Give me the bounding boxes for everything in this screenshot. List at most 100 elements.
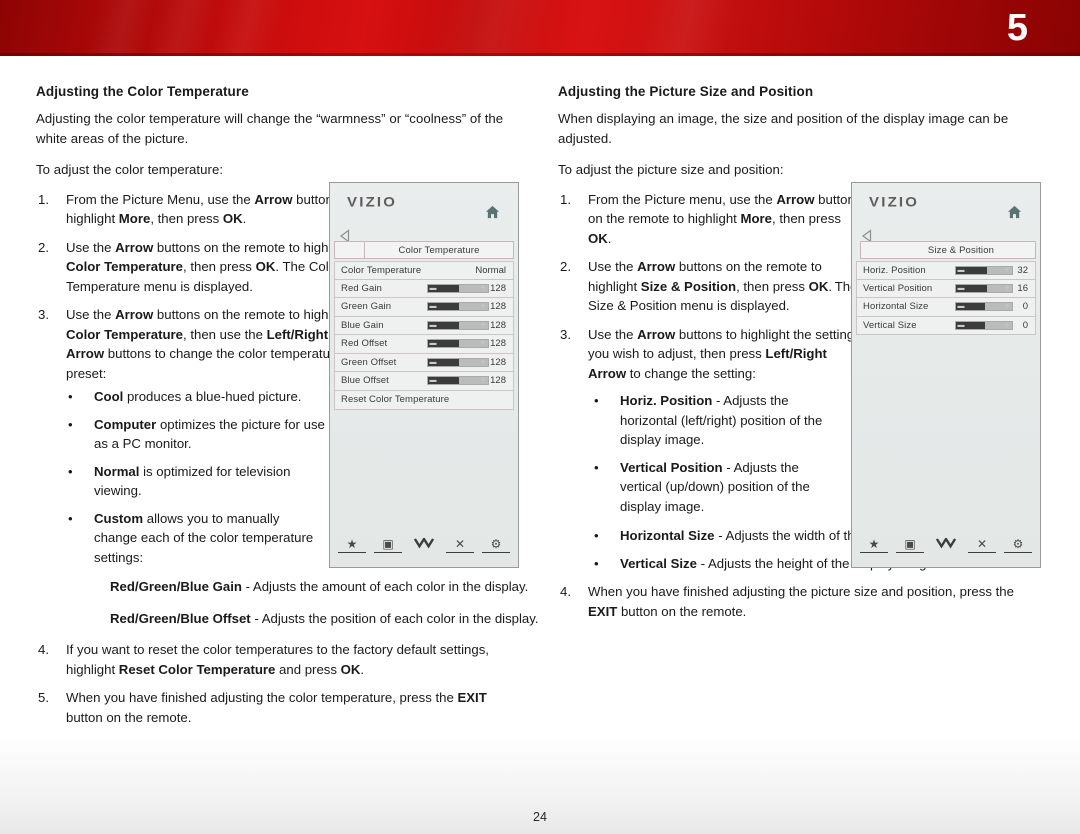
minus-icon[interactable]: ▬ xyxy=(428,285,438,292)
osd-row-value: 128 xyxy=(490,375,506,387)
osd-row-reset-color-temperature[interactable]: Reset Color Temperature xyxy=(334,390,514,410)
step-text: From the Picture Menu, use the Arrow but… xyxy=(66,191,355,227)
preset-text: Normal is optimized for television viewi… xyxy=(94,463,291,499)
osd-rows-size-position: Horiz. Position ▬ ＋ 32 Vertical Position… xyxy=(856,261,1036,335)
osd-row[interactable]: Green Offset ▬ ＋ 128 xyxy=(334,353,514,372)
step-item: 5. When you have finished adjusting the … xyxy=(36,688,536,727)
minus-icon[interactable]: ▬ xyxy=(956,267,966,274)
minus-icon[interactable]: ▬ xyxy=(428,340,438,347)
bullet-glyph: • xyxy=(68,510,73,526)
osd-row[interactable]: Red Offset ▬ ＋ 128 xyxy=(334,335,514,354)
osd-row-value: 128 xyxy=(490,319,506,331)
chapter-number: 5 xyxy=(1006,7,1028,49)
osd-row-label: Blue Gain xyxy=(341,319,384,331)
osd-row[interactable]: Vertical Position ▬ ＋ 16 xyxy=(856,279,1036,298)
osd-row-value: 32 xyxy=(1017,264,1028,276)
osd-slider[interactable]: ▬ ＋ xyxy=(955,283,1013,293)
plus-icon[interactable]: ＋ xyxy=(1002,322,1012,329)
step-number: 5. xyxy=(38,690,49,705)
gear-icon[interactable]: ⚙ xyxy=(1004,537,1032,553)
close-x-icon[interactable]: ✕ xyxy=(968,537,996,553)
minus-icon[interactable]: ▬ xyxy=(428,377,438,384)
step-text: Use the Arrow buttons on the remote to h… xyxy=(66,307,353,381)
minus-icon[interactable]: ▬ xyxy=(956,303,966,310)
osd-slider[interactable]: ▬ ＋ xyxy=(427,320,489,330)
osd-row[interactable]: Vertical Size ▬ ＋ 0 xyxy=(856,316,1036,335)
vizio-logo: VIZIO xyxy=(347,194,398,211)
minus-icon[interactable]: ▬ xyxy=(956,322,966,329)
osd-row[interactable]: Blue Offset ▬ ＋ 128 xyxy=(334,372,514,391)
osd-row-label: Reset Color Temperature xyxy=(341,394,450,406)
osd-title-bar: Color Temperature xyxy=(334,241,514,259)
osd-slider[interactable]: ▬ ＋ xyxy=(427,283,489,293)
step-text: Use the Arrow buttons on the remote to h… xyxy=(66,239,353,294)
step-text: When you have finished adjusting the col… xyxy=(66,690,487,725)
bullet-glyph: • xyxy=(594,528,599,543)
osd-row-label: Red Gain xyxy=(341,282,382,294)
osd-slider[interactable]: ▬ ＋ xyxy=(427,376,489,386)
minus-icon[interactable]: ▬ xyxy=(428,322,438,329)
picture-icon[interactable]: ▣ xyxy=(896,537,924,553)
plus-icon[interactable]: ＋ xyxy=(478,359,488,366)
osd-row[interactable]: Color Temperature Normal xyxy=(334,261,514,280)
osd-row-value: 16 xyxy=(1017,282,1028,294)
page-number: 24 xyxy=(533,810,547,824)
minus-icon[interactable]: ▬ xyxy=(956,285,966,292)
picture-icon[interactable]: ▣ xyxy=(374,537,402,553)
chapter-banner: 5 xyxy=(0,0,1080,56)
left-lead-in: To adjust the color temperature: xyxy=(36,162,224,177)
osd-row-label: Blue Offset xyxy=(341,375,389,387)
chevron-down-icon[interactable] xyxy=(932,536,960,553)
osd-slider[interactable]: ▬ ＋ xyxy=(955,320,1013,330)
bullet-glyph: • xyxy=(68,463,73,479)
plus-icon[interactable]: ＋ xyxy=(478,322,488,329)
minus-icon[interactable]: ▬ xyxy=(428,303,438,310)
step-text: When you have finished adjusting the pic… xyxy=(588,584,1014,619)
custom-setting-item: Red/Green/Blue Gain - Adjusts the amount… xyxy=(110,579,529,594)
banner-streak xyxy=(416,0,564,56)
close-x-icon[interactable]: ✕ xyxy=(446,537,474,553)
custom-settings-list: Red/Green/Blue Gain - Adjusts the amount… xyxy=(66,577,539,628)
star-icon[interactable]: ★ xyxy=(860,537,888,553)
osd-title-spacer xyxy=(861,242,887,258)
plus-icon[interactable]: ＋ xyxy=(478,285,488,292)
osd-row-label: Green Gain xyxy=(341,301,392,313)
vizio-logo: VIZIO xyxy=(869,194,920,211)
star-icon[interactable]: ★ xyxy=(338,537,366,553)
osd-slider[interactable]: ▬ ＋ xyxy=(955,302,1013,312)
left-section-title: Adjusting the Color Temperature xyxy=(36,84,249,99)
osd-row[interactable]: Blue Gain ▬ ＋ 128 xyxy=(334,316,514,335)
osd-row[interactable]: Green Gain ▬ ＋ 128 xyxy=(334,298,514,317)
home-icon[interactable] xyxy=(485,205,500,219)
plus-icon[interactable]: ＋ xyxy=(478,377,488,384)
home-icon[interactable] xyxy=(1007,205,1022,219)
chevron-down-icon[interactable] xyxy=(410,536,438,553)
step-text: Use the Arrow buttons on the remote to h… xyxy=(588,259,858,313)
osd-title-bar: Size & Position xyxy=(860,241,1036,259)
plus-icon[interactable]: ＋ xyxy=(478,340,488,347)
osd-row-label: Vertical Position xyxy=(863,282,933,294)
minus-icon[interactable]: ▬ xyxy=(428,359,438,366)
plus-icon[interactable]: ＋ xyxy=(1002,285,1012,292)
osd-slider[interactable]: ▬ ＋ xyxy=(427,302,489,312)
osd-slider[interactable]: ▬ ＋ xyxy=(955,265,1013,275)
step-number: 3. xyxy=(38,307,49,322)
gear-icon[interactable]: ⚙ xyxy=(482,537,510,553)
osd-color-temperature-screenshot: VIZIO Color Temperature Color Temperatur… xyxy=(329,182,519,568)
step-item: 4. If you want to reset the color temper… xyxy=(36,640,536,679)
osd-icon-bar: ★ ▣ ✕ ⚙ xyxy=(338,536,510,553)
osd-row[interactable]: Horizontal Size ▬ ＋ 0 xyxy=(856,298,1036,317)
osd-row[interactable]: Red Gain ▬ ＋ 128 xyxy=(334,279,514,298)
step-number: 2. xyxy=(38,239,49,255)
plus-icon[interactable]: ＋ xyxy=(1002,267,1012,274)
plus-icon[interactable]: ＋ xyxy=(1002,303,1012,310)
plus-icon[interactable]: ＋ xyxy=(478,303,488,310)
step-number: 4. xyxy=(38,642,49,657)
osd-title-spacer xyxy=(335,242,365,258)
osd-slider[interactable]: ▬ ＋ xyxy=(427,357,489,367)
osd-slider[interactable]: ▬ ＋ xyxy=(427,339,489,349)
osd-row[interactable]: Horiz. Position ▬ ＋ 32 xyxy=(856,261,1036,280)
osd-row-label: Green Offset xyxy=(341,356,397,368)
osd-row-label: Color Temperature xyxy=(341,264,422,276)
right-intro-paragraph: When displaying an image, the size and p… xyxy=(558,111,1009,146)
